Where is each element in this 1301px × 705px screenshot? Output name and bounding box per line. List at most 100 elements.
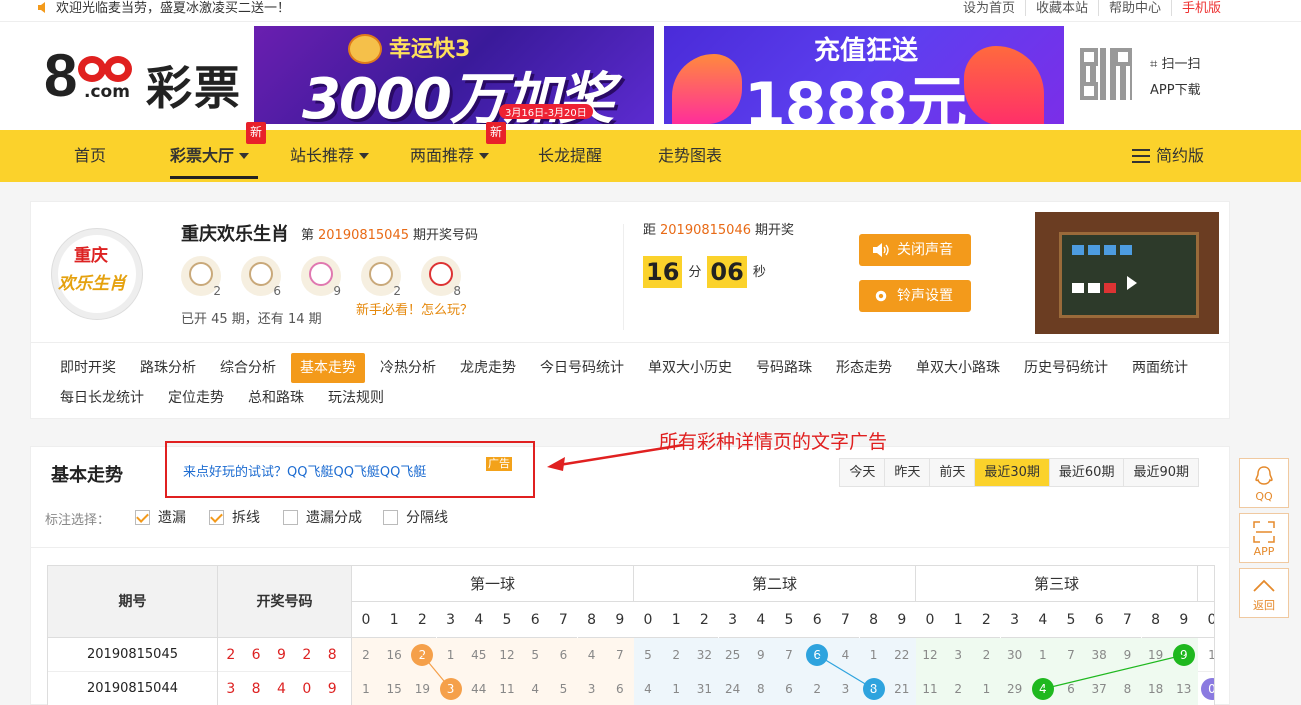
digit-header: 3 (718, 602, 747, 638)
set-homepage-link[interactable]: 设为首页 (953, 0, 1025, 16)
ball-3-header: 第三球 (916, 566, 1198, 602)
digit-header: 0 (1198, 602, 1214, 638)
qq-icon (1255, 466, 1273, 485)
mark-split-line-checkbox[interactable]: 拆线 (209, 507, 260, 527)
checkbox-checked-icon[interactable] (209, 510, 224, 525)
cell: 1 (1038, 648, 1047, 662)
cell: 5 (531, 648, 539, 662)
tab-odd-even-road[interactable]: 单双大小路珠 (907, 353, 1009, 383)
tab-history-stats[interactable]: 历史号码统计 (1015, 353, 1117, 383)
hit-ball: 0 (1201, 678, 1214, 700)
tab-sum-road[interactable]: 总和路珠 (239, 383, 313, 413)
cell: 1 (982, 682, 991, 696)
site-logo[interactable]: 8 .com 彩票 (44, 46, 249, 116)
nav-recommend[interactable]: 站长推荐 (290, 130, 370, 182)
digit-header: 3 (1000, 602, 1029, 638)
tab-odd-even-history[interactable]: 单双大小历史 (639, 353, 741, 383)
tab-number-road[interactable]: 号码路珠 (747, 353, 821, 383)
period-day-before[interactable]: 前天 (929, 459, 975, 486)
text-ad-box: 来点好玩的试试？QQ飞艇QQ飞艇QQ飞艇 广告 (165, 441, 535, 498)
col-issue-header: 期号 (48, 566, 218, 638)
qq-contact-button[interactable]: QQ (1239, 458, 1289, 508)
tab-two-sided-stats[interactable]: 两面统计 (1123, 353, 1197, 383)
period-yesterday[interactable]: 昨天 (884, 459, 930, 486)
cell: 2 (813, 682, 821, 696)
nav-trend-chart[interactable]: 走势图表 (658, 130, 722, 182)
checkbox-icon[interactable] (383, 510, 398, 525)
cell: 15 (386, 682, 402, 696)
mobile-version-link[interactable]: 手机版 (1170, 0, 1231, 16)
period-selector: 今天 昨天 前天 最近30期 最近60期 最近90期 (839, 458, 1199, 487)
cell: 38 (1091, 648, 1107, 662)
tab-position-trend[interactable]: 定位走势 (159, 383, 233, 413)
tab-rules[interactable]: 玩法规则 (319, 383, 393, 413)
period-today[interactable]: 今天 (840, 459, 885, 486)
ball-1-header: 第一球 (352, 566, 634, 602)
cell: 1 (446, 648, 455, 662)
cell: 19 (414, 682, 431, 696)
digit-header: 0 (352, 602, 380, 638)
nav-two-sided[interactable]: 两面推荐 (410, 130, 490, 182)
period-last-90[interactable]: 最近90期 (1123, 459, 1198, 486)
speaker-icon (873, 243, 889, 257)
play-icon (1127, 276, 1137, 290)
mark-divider-checkbox[interactable]: 分隔线 (383, 507, 448, 527)
app-download-link[interactable]: APP下载 (1150, 78, 1201, 104)
tab-comprehensive[interactable]: 综合分析 (211, 353, 285, 383)
digit-header: 4 (464, 602, 493, 638)
text-ad-link[interactable]: 来点好玩的试试？QQ飞艇QQ飞艇QQ飞艇 (183, 461, 426, 480)
mute-sound-button[interactable]: 关闭声音 (859, 234, 971, 266)
mark-missing-layer-checkbox[interactable]: 遗漏分成 (283, 507, 362, 527)
nav-lottery-hall[interactable]: 彩票大厅 (170, 130, 258, 179)
period-last-30[interactable]: 最近30期 (974, 459, 1049, 486)
mark-missing-checkbox[interactable]: 遗漏 (135, 507, 186, 527)
hit-ball: 4 (1031, 678, 1054, 700)
countdown-minutes: 16 (643, 256, 683, 288)
digit-header: 5 (775, 602, 803, 638)
tab-instant-draw[interactable]: 即时开奖 (51, 353, 125, 383)
tab-basic-trend[interactable]: 基本走势 (291, 353, 365, 383)
tab-road-analysis[interactable]: 路珠分析 (131, 353, 205, 383)
intro-video-thumbnail[interactable] (1035, 212, 1219, 334)
promo-banner-recharge[interactable]: 充值狂送 1888元 (664, 26, 1064, 124)
zodiac-pig-icon: 9 (301, 256, 341, 298)
promo-banner-kuai3[interactable]: 幸运快3 3000万加奖 3月16日-3月20日 (254, 26, 654, 124)
table-row: 20190815044 3 8 4 0 9 1 15 19 3 44 11 4 5 3 6 4 1 31 24… (48, 672, 1214, 705)
tab-pattern-trend[interactable]: 形态走势 (827, 353, 901, 383)
bookmark-link[interactable]: 收藏本站 (1024, 0, 1098, 16)
logo-text: 彩票 (146, 61, 242, 115)
cell: 9 (1123, 648, 1132, 662)
tab-hot-cold[interactable]: 冷热分析 (371, 353, 445, 383)
cell: 2 (362, 648, 370, 662)
digit-header: 9 (1169, 602, 1198, 638)
checkbox-checked-icon[interactable] (135, 510, 150, 525)
cell: 16 (386, 648, 402, 662)
ringtone-settings-button[interactable]: 铃声设置 (859, 280, 971, 312)
cell: 18 (1147, 682, 1164, 696)
newbie-guide-link[interactable]: 新手必看！怎么玩？ (356, 299, 473, 318)
help-center-link[interactable]: 帮助中心 (1097, 0, 1171, 16)
tab-today-stats[interactable]: 今日号码统计 (531, 353, 633, 383)
nav-home[interactable]: 首页 (74, 130, 106, 182)
nav-long-dragon[interactable]: 长龙提醒 (538, 130, 602, 182)
cell: 6 (1067, 682, 1075, 696)
lottery-info-panel: 重庆 欢乐生肖 重庆欢乐生肖 第 20190815045 期开奖号码 2 6 9 2… (30, 201, 1230, 343)
cell: 4 (644, 682, 652, 696)
cell: 31 (696, 682, 713, 696)
cell: 12 (922, 648, 938, 662)
cell: 22 (894, 648, 910, 662)
checkbox-icon[interactable] (283, 510, 298, 525)
simple-version-button[interactable]: 简约版 (1132, 130, 1204, 182)
digit-header: 8 (1141, 602, 1170, 638)
digit-header: 9 (887, 602, 916, 638)
digit-header: 7 (1113, 602, 1142, 638)
app-download-button[interactable]: APP (1239, 513, 1289, 563)
back-to-top-button[interactable]: 返回 (1239, 568, 1289, 618)
digit-header: 6 (1085, 602, 1114, 638)
period-last-60[interactable]: 最近60期 (1048, 459, 1124, 486)
tab-dragon-tiger[interactable]: 龙虎走势 (451, 353, 525, 383)
hit-ball: 9 (1172, 644, 1195, 666)
digit-header: 7 (831, 602, 860, 638)
tab-daily-dragon[interactable]: 每日长龙统计 (51, 383, 153, 413)
cell: 2 (672, 648, 680, 662)
